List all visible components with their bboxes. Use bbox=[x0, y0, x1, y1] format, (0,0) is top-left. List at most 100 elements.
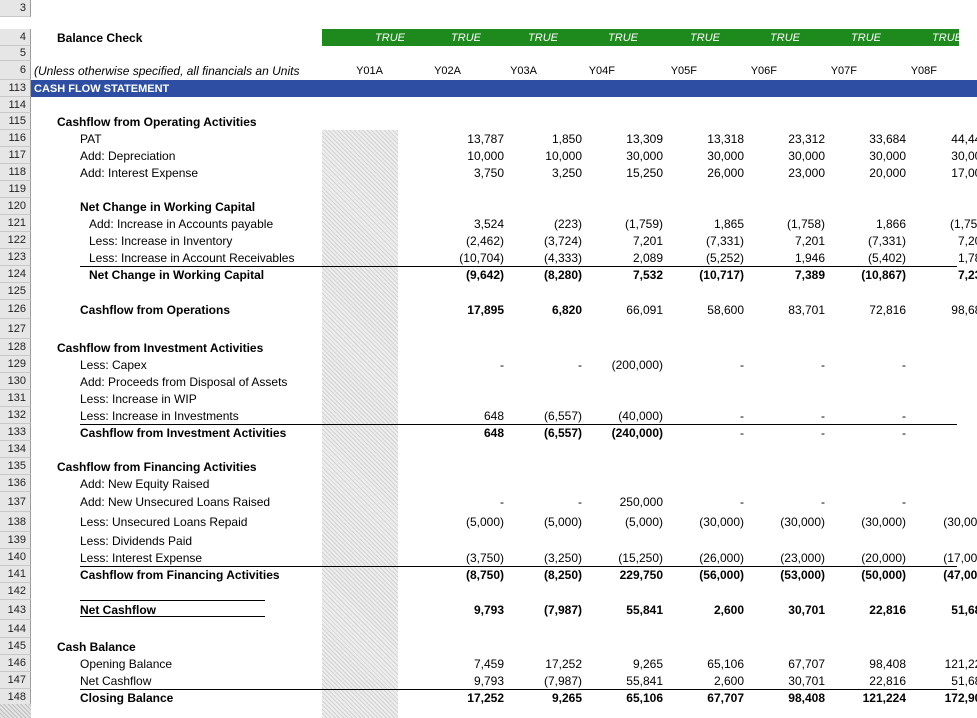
value-cell[interactable]: 2,600 bbox=[714, 600, 744, 620]
value-cell[interactable]: (5,402) bbox=[868, 249, 906, 266]
value-cell[interactable]: 648 bbox=[484, 407, 504, 424]
value-cell[interactable]: - bbox=[740, 407, 744, 424]
value-cell[interactable]: 51,681 bbox=[951, 600, 977, 620]
value-cell[interactable]: - bbox=[500, 492, 504, 512]
row-header[interactable]: 127 bbox=[0, 319, 31, 339]
value-cell[interactable]: (30,000) bbox=[943, 512, 977, 532]
value-cell[interactable]: (5,000) bbox=[544, 512, 582, 532]
row-label[interactable]: Net Change in Working Capital bbox=[80, 198, 255, 215]
row-header[interactable]: 3 bbox=[0, 0, 31, 17]
row-header[interactable]: 5 bbox=[0, 46, 31, 61]
row-header[interactable]: 137 bbox=[0, 492, 31, 512]
value-cell[interactable]: - bbox=[902, 407, 906, 424]
row-label[interactable]: Opening Balance bbox=[80, 655, 172, 672]
row-label[interactable]: Closing Balance bbox=[80, 689, 173, 706]
row-header[interactable]: 130 bbox=[0, 373, 31, 390]
row-header[interactable]: 131 bbox=[0, 390, 31, 407]
value-cell[interactable]: 30,701 bbox=[788, 672, 825, 689]
value-cell[interactable]: (20,000) bbox=[861, 549, 906, 566]
row-label[interactable]: Less: Dividends Paid bbox=[80, 532, 192, 549]
row-label[interactable]: Add: Proceeds from Disposal of Assets bbox=[80, 373, 287, 390]
value-cell[interactable]: 55,841 bbox=[626, 600, 663, 620]
row-header[interactable]: 140 bbox=[0, 549, 31, 566]
value-cell[interactable]: 98,681 bbox=[951, 300, 977, 319]
value-cell[interactable]: (10,704) bbox=[459, 249, 504, 266]
row-header[interactable]: 114 bbox=[0, 97, 31, 113]
value-cell[interactable]: 22,816 bbox=[869, 600, 906, 620]
value-cell[interactable]: (53,000) bbox=[780, 566, 825, 583]
row-label[interactable]: Cash Balance bbox=[57, 638, 136, 655]
value-cell[interactable]: 7,532 bbox=[633, 266, 663, 283]
row-label[interactable]: PAT bbox=[80, 130, 102, 147]
row-label[interactable]: Cashflow from Financing Activities bbox=[57, 458, 257, 475]
row-label[interactable]: Cashflow from Financing Activities bbox=[80, 566, 280, 583]
value-cell[interactable]: - bbox=[740, 356, 744, 373]
row-label[interactable]: Net Cashflow bbox=[80, 600, 156, 620]
row-label[interactable]: Net Cashflow bbox=[80, 672, 151, 689]
value-cell[interactable]: 121,224 bbox=[945, 655, 977, 672]
row-header[interactable]: 126 bbox=[0, 300, 31, 319]
value-cell[interactable]: 65,106 bbox=[626, 689, 663, 706]
value-cell[interactable]: (15,250) bbox=[618, 549, 663, 566]
value-cell[interactable]: 2,600 bbox=[714, 672, 744, 689]
balance-check-value[interactable]: TRUE bbox=[770, 29, 800, 46]
row-header[interactable]: 124 bbox=[0, 266, 31, 283]
value-cell[interactable]: 67,707 bbox=[707, 689, 744, 706]
value-cell[interactable]: 30,000 bbox=[626, 147, 663, 164]
value-cell[interactable]: 6,820 bbox=[552, 300, 582, 319]
value-cell[interactable]: (8,280) bbox=[544, 266, 582, 283]
value-cell[interactable]: - bbox=[740, 492, 744, 512]
column-header-y02a[interactable]: Y02A bbox=[434, 61, 461, 80]
value-cell[interactable]: - bbox=[902, 424, 906, 441]
value-cell[interactable]: - bbox=[821, 492, 825, 512]
value-cell[interactable]: (3,250) bbox=[544, 549, 582, 566]
row-header[interactable]: 115 bbox=[0, 113, 31, 130]
value-cell[interactable]: 33,684 bbox=[869, 130, 906, 147]
value-cell[interactable]: (3,750) bbox=[466, 549, 504, 566]
balance-check-value[interactable]: TRUE bbox=[375, 29, 405, 46]
value-cell[interactable]: 30,701 bbox=[788, 600, 825, 620]
value-cell[interactable]: 1,865 bbox=[714, 215, 744, 232]
value-cell[interactable]: 7,459 bbox=[474, 655, 504, 672]
value-cell[interactable]: 172,905 bbox=[945, 689, 977, 706]
row-header[interactable]: 147 bbox=[0, 672, 31, 689]
row-header[interactable]: 116 bbox=[0, 130, 31, 147]
column-header-y03a[interactable]: Y03A bbox=[510, 61, 537, 80]
row-header[interactable]: 132 bbox=[0, 407, 31, 424]
value-cell[interactable]: 22,816 bbox=[869, 672, 906, 689]
value-cell[interactable]: (26,000) bbox=[699, 549, 744, 566]
row-header[interactable]: 4 bbox=[0, 29, 31, 46]
value-cell[interactable]: 17,252 bbox=[467, 689, 504, 706]
value-cell[interactable]: (1,758) bbox=[787, 215, 825, 232]
row-header[interactable]: 122 bbox=[0, 232, 31, 249]
value-cell[interactable]: 98,408 bbox=[869, 655, 906, 672]
value-cell[interactable]: (23,000) bbox=[780, 549, 825, 566]
value-cell[interactable]: (7,331) bbox=[868, 232, 906, 249]
value-cell[interactable]: - bbox=[740, 424, 744, 441]
column-header-y04f[interactable]: Y04F bbox=[589, 61, 615, 80]
value-cell[interactable]: 9,265 bbox=[633, 655, 663, 672]
value-cell[interactable]: (47,000) bbox=[943, 566, 977, 583]
value-cell[interactable]: - bbox=[821, 407, 825, 424]
value-cell[interactable]: 17,895 bbox=[467, 300, 504, 319]
value-cell[interactable]: 9,793 bbox=[474, 672, 504, 689]
row-label[interactable]: Less: Interest Expense bbox=[80, 549, 202, 566]
spreadsheet-grid[interactable]: 3 4 Balance Check TRUE TRUE TRUE TRUE TRUE TRUE T… bbox=[0, 0, 977, 718]
row-header[interactable]: 145 bbox=[0, 638, 31, 655]
value-cell[interactable]: - bbox=[902, 356, 906, 373]
value-cell[interactable]: (1,759) bbox=[625, 215, 663, 232]
value-cell[interactable]: (4,333) bbox=[544, 249, 582, 266]
value-cell[interactable]: 30,000 bbox=[707, 147, 744, 164]
value-cell[interactable]: 26,000 bbox=[707, 164, 744, 181]
row-header[interactable]: 143 bbox=[0, 600, 31, 620]
row-label[interactable]: Less: Unsecured Loans Repaid bbox=[80, 512, 247, 532]
row-label[interactable]: Add: Increase in Accounts payable bbox=[89, 215, 273, 232]
row-header[interactable]: 139 bbox=[0, 532, 31, 549]
value-cell[interactable]: 10,000 bbox=[467, 147, 504, 164]
balance-check-value[interactable]: TRUE bbox=[851, 29, 881, 46]
value-cell[interactable]: 15,250 bbox=[626, 164, 663, 181]
value-cell[interactable]: 30,000 bbox=[951, 147, 977, 164]
value-cell[interactable]: 44,449 bbox=[951, 130, 977, 147]
value-cell[interactable]: (5,000) bbox=[625, 512, 663, 532]
row-header[interactable]: 128 bbox=[0, 339, 31, 356]
